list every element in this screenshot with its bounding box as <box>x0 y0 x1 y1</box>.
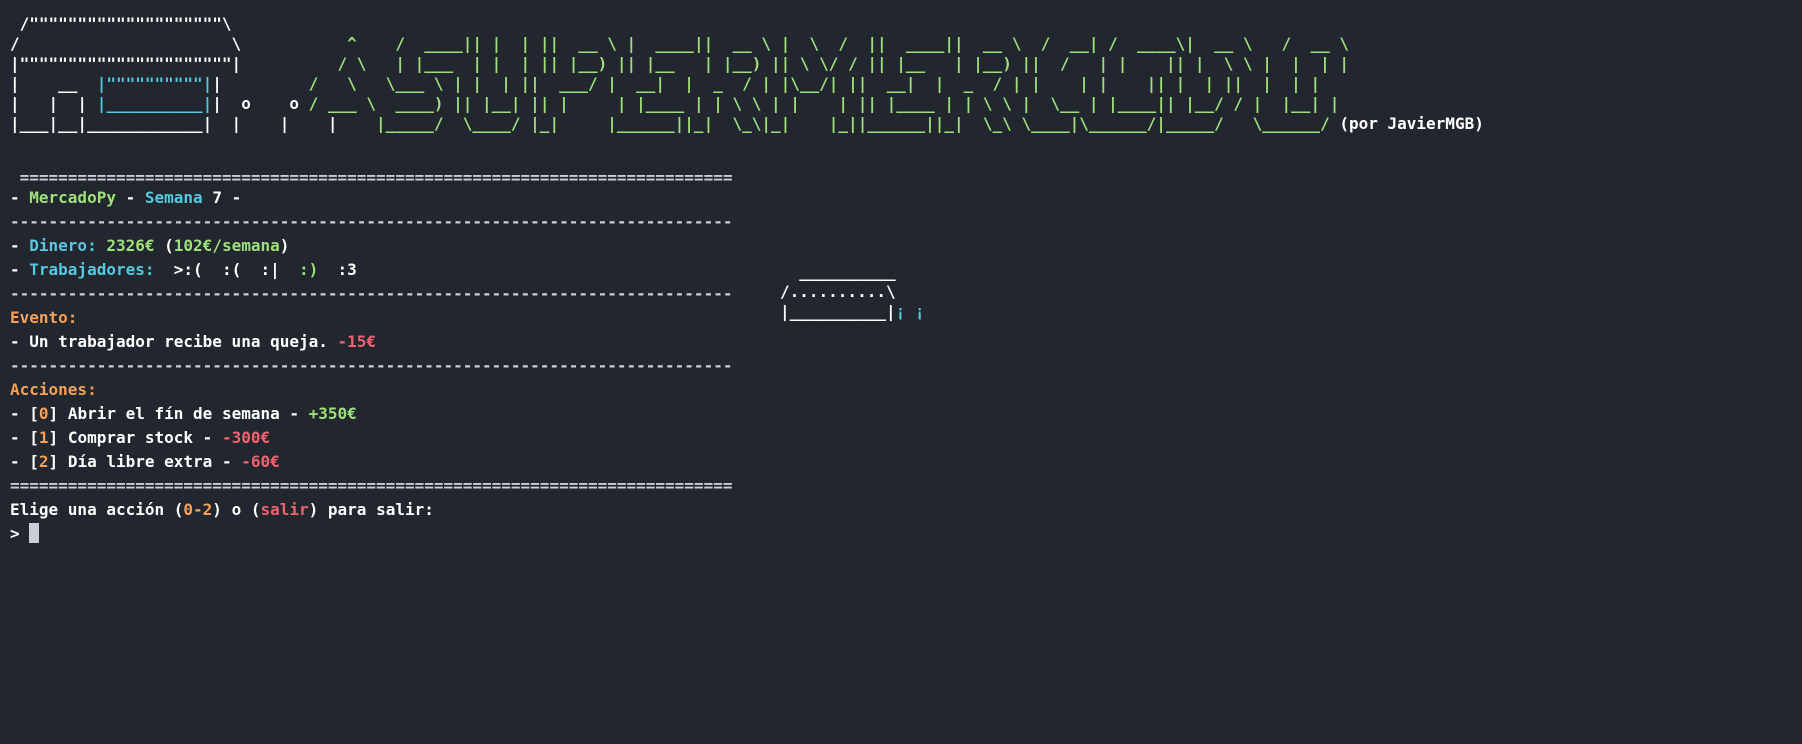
money-value: 2326€ <box>106 236 155 255</box>
action-item-1[interactable]: - [1] Comprar stock - -300€ <box>10 426 270 450</box>
action-key-1: 1 <box>38 428 49 447</box>
event-heading: Evento: <box>10 308 78 327</box>
terminal-window: /""""""""""""""""""""\ / \ ^ / ____|| | … <box>0 0 1802 744</box>
prompt-text-start: Elige una acción ( <box>10 500 184 519</box>
action-amount-2: -60€ <box>241 452 280 471</box>
income-value: 102€/semana <box>173 236 280 255</box>
prompt-range: 0-2 <box>183 500 213 519</box>
header-line: - MercadoPy - Semana 7 - <box>10 188 242 207</box>
separator-3: ----------------------------------------… <box>10 356 733 375</box>
worker-mood-4: :3 <box>337 260 357 279</box>
separator-1: ----------------------------------------… <box>10 212 733 231</box>
week-number: 7 <box>212 188 222 207</box>
workers-line: - Trabajadores: >:( :( :| :) :3 <box>10 260 357 279</box>
action-key-2: 2 <box>38 452 49 471</box>
workers-label: Trabajadores: <box>29 260 155 279</box>
worker-mood-3: :) <box>299 260 319 279</box>
action-item-2[interactable]: - [2] Día libre extra - -60€ <box>10 450 280 474</box>
action-key-0: 0 <box>38 404 49 423</box>
money-label: Dinero: <box>29 236 97 255</box>
action-amount-1: -300€ <box>221 428 271 447</box>
separator-2: ----------------------------------------… <box>10 284 733 303</box>
prompt-line: Elige una acción (0-2) o (salir) para sa… <box>10 498 434 522</box>
worker-mood-0: >:( <box>173 260 203 279</box>
money-line: - Dinero: 2326€ (102€/semana) <box>10 236 290 255</box>
event-amount: -15€ <box>337 332 377 351</box>
action-label-2: Día libre extra <box>67 452 213 471</box>
separator-double-bottom: ========================================… <box>10 476 733 495</box>
game-name: MercadoPy <box>29 188 116 207</box>
prompt-caret: > <box>10 524 20 543</box>
author-credit: (por JavierMGB) <box>1339 114 1484 133</box>
prompt-text-end: ) para salir: <box>308 500 434 519</box>
action-amount-0: +350€ <box>308 404 357 423</box>
store-ascii-icon: /""""""""""""""""""""\ / \ <box>10 14 242 53</box>
prompt-text-mid: ) o ( <box>212 500 261 519</box>
ascii-banner: /""""""""""""""""""""\ / \ ^ / ____|| | … <box>10 14 1484 133</box>
action-label-0: Abrir el fín de semana <box>67 404 280 423</box>
worker-mood-2: :| <box>260 260 280 279</box>
worker-mood-1: :( <box>221 260 242 279</box>
prompt-exit-word: salir <box>260 500 309 519</box>
text-cursor[interactable] <box>29 523 40 543</box>
input-line[interactable]: > <box>10 522 40 546</box>
event-text: Un trabajador recibe una queja. <box>29 332 328 351</box>
mini-store-ascii: __________ /..........\ |__________|¡ ¡ <box>780 262 925 321</box>
action-item-0[interactable]: - [0] Abrir el fín de semana - +350€ <box>10 402 357 426</box>
actions-heading: Acciones: <box>10 380 97 399</box>
action-label-1: Comprar stock <box>67 428 194 447</box>
event-line: - Un trabajador recibe una queja. -15€ <box>10 332 377 351</box>
week-label: Semana <box>144 188 203 207</box>
